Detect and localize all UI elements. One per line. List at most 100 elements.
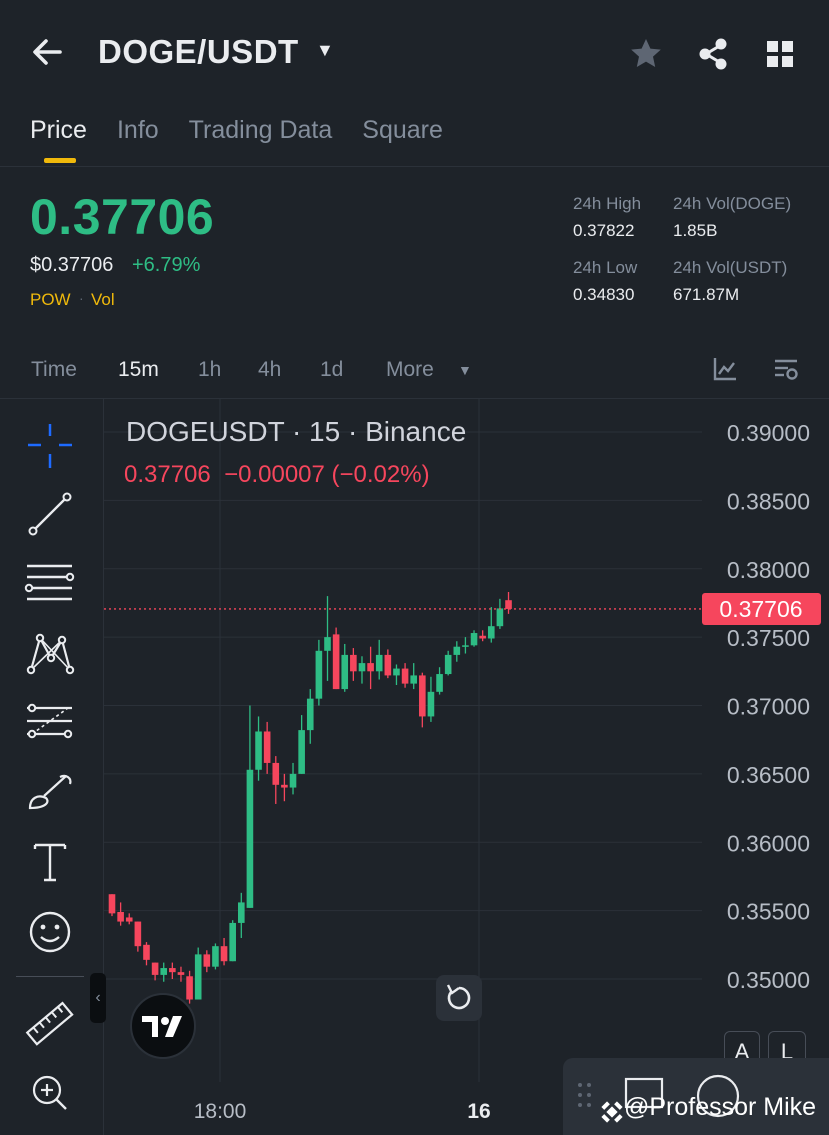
- candlestick-chart[interactable]: 0.39000 0.38500 0.38000 0.37500 0.37000 0.365…: [0, 398, 829, 1135]
- tab-bar: Price Info Trading Data Square: [30, 116, 443, 163]
- candle-body: [332, 634, 340, 690]
- tab-price[interactable]: Price: [30, 116, 87, 163]
- tab-square[interactable]: Square: [362, 116, 443, 145]
- watermark-text: @Professor Mike: [624, 1093, 817, 1121]
- trend-line-tool[interactable]: [22, 490, 78, 542]
- vol-usdt-value: 671.87M: [673, 285, 740, 304]
- chart-symbol-title: DOGEUSDT · 15 · Binance: [126, 416, 467, 447]
- collapse-toolbar-button[interactable]: ‹: [90, 973, 106, 1023]
- tab-info[interactable]: Info: [117, 116, 159, 145]
- interval-more[interactable]: More: [386, 358, 434, 382]
- y-tick-label: 0.38000: [727, 557, 810, 583]
- candle-body: [358, 663, 366, 672]
- candle-body: [367, 663, 374, 672]
- pattern-icon: [26, 633, 75, 675]
- vol-usdt-label: 24h Vol(USDT): [673, 258, 788, 277]
- crosshair-tool[interactable]: [22, 420, 78, 472]
- app-header: DOGE/USDT ▼: [0, 0, 829, 105]
- y-tick-label: 0.35000: [727, 967, 810, 993]
- emoji-tool[interactable]: [22, 906, 78, 958]
- zoom-tool[interactable]: [22, 1066, 78, 1118]
- fibonacci-icon: [27, 703, 73, 739]
- settings-sliders-icon: [775, 359, 798, 380]
- text-icon: [33, 843, 67, 882]
- arrow-left-icon: [33, 39, 62, 65]
- ruler-icon: [25, 1001, 74, 1046]
- indicator-button[interactable]: [712, 356, 738, 382]
- candle-body: [143, 944, 150, 960]
- low-label: 24h Low: [573, 258, 638, 277]
- interval-1d[interactable]: 1d: [320, 358, 343, 382]
- candle-body: [496, 608, 504, 627]
- tab-trading-data[interactable]: Trading Data: [189, 116, 333, 145]
- pattern-tool[interactable]: [22, 628, 78, 680]
- chart-indicator-icon: [713, 358, 736, 381]
- candle-body: [169, 968, 176, 973]
- chart-ohlc-legend: 0.37706 −0.00007 (−0.02%): [124, 461, 430, 488]
- smiley-icon: [29, 911, 71, 953]
- y-tick-label: 0.36500: [727, 762, 810, 788]
- interval-15m[interactable]: 15m: [118, 358, 159, 382]
- chevron-down-icon[interactable]: ▼: [316, 40, 334, 61]
- candle-body: [306, 698, 314, 731]
- price-axis: 0.39000 0.38500 0.38000 0.37500 0.37000 0.365…: [194, 420, 821, 1123]
- candle-body: [384, 654, 392, 676]
- candle-body: [117, 911, 124, 922]
- candle-body: [487, 626, 495, 639]
- reset-chart-button[interactable]: [436, 975, 482, 1021]
- favorite-button[interactable]: [626, 34, 666, 74]
- horizontal-lines-tool[interactable]: [22, 558, 78, 610]
- candle-body: [194, 954, 202, 1000]
- measure-tool[interactable]: [22, 998, 78, 1050]
- crosshair-icon: [28, 424, 72, 468]
- x-tick-label: 18:00: [194, 1100, 247, 1123]
- candle-body: [298, 730, 305, 774]
- tag-vol[interactable]: Vol: [91, 290, 115, 310]
- grid-icon: [767, 41, 793, 67]
- interval-4h[interactable]: 4h: [258, 358, 281, 382]
- interval-1h[interactable]: 1h: [198, 358, 221, 382]
- text-tool[interactable]: [22, 836, 78, 888]
- refresh-icon: [446, 984, 471, 1010]
- share-button[interactable]: [693, 34, 733, 74]
- candle-body: [281, 784, 288, 788]
- star-icon: [631, 39, 661, 67]
- divider: [0, 166, 829, 167]
- candle-body: [444, 654, 452, 675]
- y-tick-label: 0.38500: [727, 488, 810, 514]
- y-tick-label: 0.37000: [727, 694, 810, 720]
- candle-body: [151, 962, 159, 975]
- candle-body: [246, 769, 254, 908]
- zoom-in-icon: [32, 1075, 67, 1110]
- candle-body: [427, 691, 435, 717]
- brush-tool[interactable]: [22, 768, 78, 820]
- chevron-down-icon[interactable]: ▼: [458, 362, 472, 378]
- tradingview-logo[interactable]: [130, 993, 196, 1059]
- y-tick-label: 0.37500: [727, 625, 810, 651]
- candle-body: [134, 921, 142, 947]
- grid-menu-button[interactable]: [763, 37, 797, 71]
- candle-body: [212, 946, 219, 967]
- candle-body: [410, 675, 417, 684]
- brush-icon: [28, 774, 72, 810]
- candle-body: [229, 922, 236, 962]
- interval-time[interactable]: Time: [31, 358, 77, 382]
- candle-body: [505, 600, 512, 609]
- last-price-label: 0.37706: [719, 596, 802, 622]
- candle-body: [453, 646, 461, 655]
- candle-body: [479, 635, 486, 639]
- candle-body: [160, 968, 168, 975]
- candle-body: [108, 894, 116, 914]
- pair-title[interactable]: DOGE/USDT: [98, 33, 299, 71]
- vol-doge-value: 1.85B: [673, 221, 718, 240]
- binance-logo-icon: [601, 1101, 623, 1123]
- candle-body: [436, 674, 443, 692]
- tag-pow[interactable]: POW: [30, 290, 71, 310]
- candle-body: [315, 650, 323, 699]
- fib-tool[interactable]: [22, 698, 78, 750]
- chart-settings-button[interactable]: [772, 356, 800, 384]
- candle-body: [238, 902, 245, 923]
- back-button[interactable]: [26, 32, 70, 72]
- trend-line-icon: [28, 492, 72, 536]
- change-percent: +6.79%: [132, 254, 201, 276]
